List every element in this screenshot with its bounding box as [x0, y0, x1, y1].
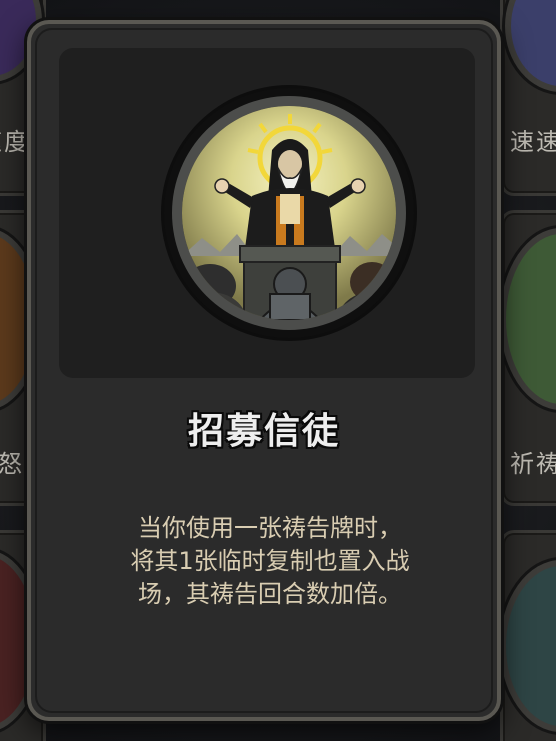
priest-preaching-art: [182, 106, 396, 320]
card-description-line: 场，其祷告回合数加倍。: [138, 580, 402, 608]
priest-preaching-icon: [182, 106, 396, 320]
card-description-line: 当你使用一张祷告牌时，: [138, 514, 402, 542]
card-art-panel: [59, 48, 475, 378]
card-description: 当你使用一张祷告牌时， 将其1张临时复制也置入战 场，其祷告回合数加倍。: [75, 512, 465, 611]
card-description-line: 将其1张临时复制也置入战: [130, 547, 410, 575]
portrait-ring: [172, 96, 406, 330]
game-screen: 速度 速速 怒 祈祷: [0, 0, 556, 741]
card-title: 招募信徒: [187, 411, 340, 452]
card-portrait: [164, 88, 414, 338]
background-card-label: 怒: [0, 450, 24, 478]
background-card-label: 祈祷: [510, 450, 556, 478]
background-card-label: 速度: [0, 128, 30, 156]
background-card-label: 速速: [510, 128, 556, 156]
card-detail-popup[interactable]: 招募信徒 当你使用一张祷告牌时， 将其1张临时复制也置入战 场，其祷告回合数加倍…: [27, 20, 501, 721]
